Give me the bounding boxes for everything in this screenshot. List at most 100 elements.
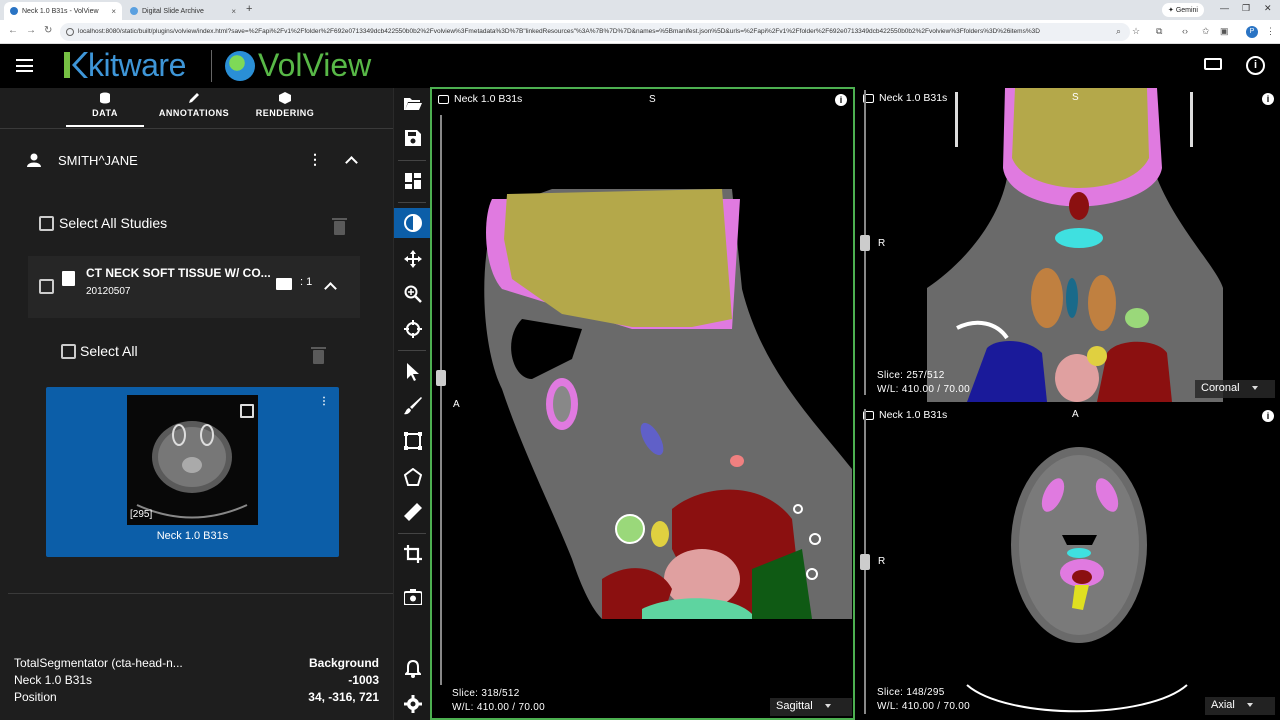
close-tab-icon[interactable]: ×	[111, 7, 116, 16]
coronal-viewport[interactable]: Neck 1.0 B31s i S R Slice: 257/512 W/L: …	[857, 88, 1280, 402]
sagittal-viewport[interactable]: Neck 1.0 B31s i S A Slice: 318/512 W/L: …	[430, 87, 855, 720]
window-level-readout: W/L: 410.00 / 70.00	[877, 384, 970, 395]
tab-annotations-label: ANNOTATIONS	[158, 108, 230, 118]
viewport-info-icon[interactable]: i	[1262, 410, 1274, 422]
gemini-button[interactable]: ✦ Gemini	[1162, 3, 1204, 17]
layout-icon	[404, 173, 421, 189]
tool-divider	[398, 202, 426, 203]
browser-tab-bar: Neck 1.0 B31s - VolView × Digital Slide …	[0, 0, 1280, 20]
patient-menu-icon[interactable]: ⋮	[308, 151, 322, 168]
close-tab-icon[interactable]: ×	[231, 7, 236, 16]
sagittal-image	[484, 189, 852, 619]
zoom-icon	[404, 285, 422, 303]
pan-tool[interactable]	[394, 244, 431, 274]
kitware-wordmark: kitware	[88, 47, 186, 83]
volview-favicon-icon	[10, 7, 18, 15]
slice-slider-thumb[interactable]	[860, 553, 870, 570]
forward-icon[interactable]: →	[26, 25, 36, 36]
layout-button[interactable]	[394, 166, 431, 196]
extensions-icon[interactable]: ⧉	[1156, 26, 1162, 37]
zoom-icon[interactable]: ⌕	[1116, 26, 1121, 37]
info-value: 34, -316, 721	[308, 690, 379, 704]
keyboard-shortcuts-icon[interactable]	[1204, 58, 1222, 70]
chevron-up-icon[interactable]	[345, 156, 358, 169]
study-checkbox[interactable]	[39, 279, 54, 294]
screenshot-button[interactable]	[394, 582, 431, 612]
slice-slider-track[interactable]	[440, 115, 442, 685]
viewport-info-icon[interactable]: i	[1262, 93, 1274, 105]
delete-series-icon[interactable]	[311, 347, 326, 364]
slice-readout: Slice: 148/295	[877, 687, 945, 698]
crosshairs-icon	[403, 320, 422, 338]
about-info-icon[interactable]: i	[1246, 56, 1265, 75]
study-item[interactable]: CT NECK SOFT TISSUE W/ CO... 20120507 : …	[28, 256, 360, 318]
minimize-icon[interactable]: —	[1220, 3, 1229, 13]
viewport-info-icon[interactable]: i	[835, 94, 847, 106]
series-checkbox[interactable]	[240, 404, 254, 418]
polygon-tool[interactable]	[394, 462, 431, 492]
settings-button[interactable]	[394, 689, 431, 719]
delete-studies-icon[interactable]	[332, 218, 347, 235]
crosshairs-tool[interactable]	[394, 314, 431, 344]
orientation-top-label: S	[1072, 92, 1079, 103]
tab-annotations[interactable]: ANNOTATIONS	[154, 92, 234, 118]
favorites-icon[interactable]: ✩	[1202, 26, 1210, 37]
rectangle-tool[interactable]	[394, 426, 431, 456]
select-all-checkbox[interactable]	[61, 344, 76, 359]
database-icon	[100, 92, 110, 104]
bookmark-icon[interactable]: ☆	[1132, 26, 1140, 37]
window-level-tool[interactable]	[394, 208, 431, 238]
crop-icon	[403, 545, 422, 563]
browser-address-bar: ← → ↻ localhost:8080/static/built/plugin…	[0, 20, 1280, 44]
slice-slider-thumb[interactable]	[860, 234, 870, 251]
polygon-icon	[403, 468, 422, 486]
window-level-readout: W/L: 410.00 / 70.00	[452, 702, 545, 713]
zoom-tool[interactable]	[394, 279, 431, 309]
paint-tool[interactable]	[394, 391, 431, 421]
url-field[interactable]: localhost:8080/static/built/plugins/volv…	[60, 23, 1130, 41]
tab-data[interactable]: DATA	[65, 92, 145, 118]
camera-icon	[403, 589, 422, 605]
reload-icon[interactable]: ↻	[44, 25, 52, 36]
volview-logo-icon	[225, 51, 255, 81]
notifications-button[interactable]	[394, 654, 431, 684]
restore-icon[interactable]: ❐	[1242, 3, 1250, 14]
new-tab-button[interactable]: +	[246, 3, 252, 15]
orientation-left-label: R	[878, 556, 886, 567]
window-close-icon[interactable]: ✕	[1264, 3, 1272, 14]
select-tool[interactable]	[394, 357, 431, 387]
ruler-tool[interactable]	[394, 497, 431, 527]
gear-icon	[403, 695, 422, 713]
study-date: 20120507	[86, 286, 131, 297]
viewport-screenshot-icon[interactable]	[438, 95, 449, 104]
save-button[interactable]	[394, 123, 431, 153]
series-card[interactable]: [295] ⋮ Neck 1.0 B31s	[46, 387, 339, 557]
patient-header[interactable]: SMITH^JANE ⋮	[0, 148, 393, 174]
crop-tool[interactable]	[394, 539, 431, 569]
view-type-select[interactable]: Sagittal	[770, 698, 852, 716]
axial-viewport[interactable]: Neck 1.0 B31s i A R Slice: 148/295 W/L: …	[857, 405, 1280, 720]
tab-rendering[interactable]: RENDERING	[245, 92, 325, 118]
devtools-icon[interactable]: ‹›	[1182, 26, 1188, 36]
series-name: Neck 1.0 B31s	[156, 530, 229, 542]
site-info-icon[interactable]	[66, 28, 74, 36]
view-type-select[interactable]: Coronal	[1195, 380, 1275, 398]
patient-name: SMITH^JANE	[58, 153, 138, 168]
split-view-icon[interactable]: ▣	[1220, 26, 1229, 37]
chevron-up-icon[interactable]	[324, 282, 337, 295]
series-menu-icon[interactable]: ⋮	[319, 396, 329, 407]
open-files-button[interactable]	[394, 88, 431, 118]
orientation-left-label: R	[878, 238, 886, 249]
profile-avatar[interactable]: P	[1246, 26, 1258, 38]
select-all-studies-checkbox[interactable]	[39, 216, 54, 231]
browser-menu-icon[interactable]: ⋮	[1266, 26, 1275, 37]
select-all-label: Select All	[80, 343, 138, 359]
back-icon[interactable]: ←	[8, 25, 18, 36]
view-type-select[interactable]: Axial	[1205, 697, 1275, 715]
tool-divider	[398, 350, 426, 351]
slice-slider-thumb[interactable]	[436, 369, 446, 386]
menu-icon[interactable]	[16, 59, 33, 72]
view-type-value: Coronal	[1201, 382, 1240, 394]
browser-tab-dsa[interactable]: Digital Slide Archive ×	[124, 2, 242, 20]
browser-tab-volview[interactable]: Neck 1.0 B31s - VolView ×	[4, 2, 122, 20]
